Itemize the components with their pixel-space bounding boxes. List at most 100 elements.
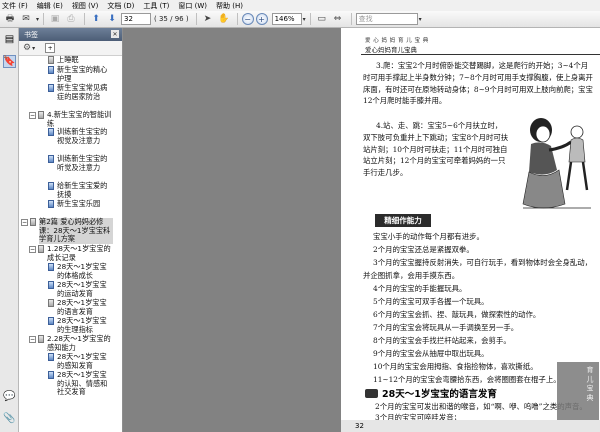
- bookmark-item[interactable]: 给新生宝宝爱的抚摸: [39, 181, 113, 199]
- select-tool-icon[interactable]: ➤: [201, 12, 215, 26]
- bookmark-label: 4.新生宝宝的智能训练: [47, 110, 112, 128]
- bookmark-label: 训练新生宝宝的视觉及注意力: [57, 127, 108, 145]
- text-line: 3个月的宝宝握持反射消失，可自行玩手，看到物体时会全身乱动，: [373, 258, 593, 267]
- bookmark-icon: [38, 335, 44, 343]
- text-line: 10个月的宝宝会用拇指、食指捡物体，喜欢撕纸。: [373, 362, 538, 371]
- bookmark-item[interactable]: 28天～1岁宝宝的感知发育: [39, 352, 113, 370]
- bookmark-item[interactable]: − 1.28天～1岁宝宝的成长记录: [29, 244, 113, 262]
- bookmark-item[interactable]: 28天～1岁宝宝的语言发育: [39, 298, 113, 316]
- page-header-small: 爱 心 妈 妈 育 儿 宝 典: [365, 38, 429, 44]
- page-number-input[interactable]: 32: [121, 13, 152, 25]
- text-line: 5个月的宝宝可双手各握一个玩具。: [373, 297, 489, 306]
- attachments-icon[interactable]: 📎: [3, 412, 16, 425]
- email-icon[interactable]: ✉: [19, 12, 33, 26]
- bookmark-item[interactable]: 训练新生宝宝的视觉及注意力: [39, 127, 113, 145]
- text-line: 2个月的宝宝可发出和谐的喉音，如“啊、咿、呜噜”之类的声音。: [375, 402, 587, 411]
- page-count-label: ( 35 / 96 ): [154, 15, 189, 23]
- collapse-toggle-icon[interactable]: −: [21, 219, 28, 226]
- bookmark-item[interactable]: 新生宝宝乐园: [39, 199, 113, 209]
- text-line: 并企图抓拿，会用手摸东西。: [363, 271, 460, 280]
- menu-tools[interactable]: 工具 (T): [143, 1, 169, 11]
- print-icon[interactable]: 🖶: [3, 12, 17, 26]
- bookmark-label: 28天～1岁宝宝的认知、情感和社交发育: [57, 370, 108, 397]
- toolbar-divider: [43, 13, 45, 25]
- text-line: 宝宝小手的动作每个月都有进步。: [373, 232, 484, 241]
- bookmarks-tree: 上睡眠 新生宝宝的精心护理 新生宝宝常见病症的居家防治 − 4.新生宝宝的智能训练 训练新…: [19, 56, 115, 432]
- bookmark-item[interactable]: 28天～1岁宝宝的运动发育: [39, 280, 113, 298]
- bookmark-item[interactable]: 新生宝宝常见病症的居家防治: [39, 83, 113, 101]
- search-dropdown-icon[interactable]: ▾: [419, 16, 422, 23]
- collapse-toggle-icon[interactable]: −: [29, 336, 36, 343]
- bookmark-item[interactable]: 28天～1岁宝宝的生理指标: [39, 316, 113, 334]
- zoom-input[interactable]: 146%: [271, 13, 302, 25]
- bookmark-icon: [30, 218, 36, 226]
- new-bookmark-icon[interactable]: +: [45, 43, 56, 53]
- bookmark-icon: [48, 200, 54, 208]
- menu-file[interactable]: 文件 (F): [2, 1, 28, 11]
- zoom-in-icon[interactable]: +: [255, 13, 268, 25]
- options-dropdown-icon[interactable]: ▾: [32, 45, 35, 52]
- document-area[interactable]: 爱 心 妈 妈 育 儿 宝 典 爱心妈妈育儿宝典 3.爬：宝宝2个月时俯卧能交替…: [123, 28, 600, 432]
- bookmark-icon: [48, 84, 54, 92]
- pages-icon[interactable]: ▤: [3, 33, 16, 46]
- section-heading-language-text: 28天～1岁宝宝的语言发育: [382, 389, 497, 400]
- zoom-dropdown-icon[interactable]: ▾: [303, 16, 306, 23]
- bookmark-item[interactable]: 新生宝宝的精心护理: [39, 65, 113, 83]
- bookmark-icon: [48, 317, 54, 325]
- text-line: 8个月的宝宝会手找拦杆站起来，会剪手。: [373, 336, 511, 345]
- collapse-toggle-icon[interactable]: −: [29, 112, 36, 119]
- paragraph-walk: 4.站、走、跳：宝宝5~6个月扶立时，双下肢可负重并上下跳动；宝宝8个月时可扶站…: [363, 121, 509, 178]
- bookmark-item[interactable]: − 2.28天～1岁宝宝的感知能力: [29, 334, 113, 352]
- bookmark-icon: [48, 299, 54, 307]
- section-heading-fine-motor: 精细作能力: [375, 214, 431, 227]
- toolbar-divider: [84, 13, 86, 25]
- fit-page-icon[interactable]: ▭: [315, 12, 329, 26]
- bookmark-icon: [38, 111, 44, 119]
- close-panel-icon[interactable]: ✕: [111, 30, 119, 38]
- bookmark-item[interactable]: 训练新生宝宝的听觉及注意力: [39, 154, 113, 172]
- text-line: 11~12个月的宝宝会弯腰拾东西，会将圈圈套在棍子上。: [373, 375, 561, 384]
- menu-help[interactable]: 帮助 (H): [216, 1, 243, 11]
- bookmarks-icon[interactable]: 🔖: [3, 55, 16, 68]
- menu-edit[interactable]: 编辑 (E): [37, 1, 63, 11]
- bookmark-item[interactable]: − 4.新生宝宝的智能训练: [29, 110, 113, 128]
- bookmark-icon: [48, 128, 54, 136]
- toolbar-divider: [309, 13, 311, 25]
- header-rule: [361, 54, 600, 55]
- bookmark-label: 2.28天～1岁宝宝的感知能力: [47, 334, 111, 352]
- bookmark-item[interactable]: 28天～1岁宝宝的体格成长: [39, 262, 113, 280]
- bookmark-icon: [48, 353, 54, 361]
- bookmark-item[interactable]: − 第2篇 爱心妈妈必修课：28天～1岁宝宝科学育儿方案: [21, 217, 113, 244]
- bookmarks-panel: 书签 ✕ ⚙ ▾ + 上睡眠 新生宝宝的精心护理 新生宝宝常见病症的居家防治 − 4.新生…: [19, 28, 141, 432]
- email-dropdown-icon[interactable]: ▾: [36, 16, 39, 23]
- previous-page-icon[interactable]: ⬆: [89, 12, 103, 26]
- comments-icon[interactable]: 💬: [3, 390, 16, 403]
- panel-title: 书签: [24, 30, 38, 39]
- paragraph-crawl: 3.爬：宝宝2个月时俯卧能交替踢脚，这是爬行的开始；3~4个月时可用手撑起上半身…: [363, 61, 593, 106]
- toolbar-divider: [236, 13, 238, 25]
- options-icon[interactable]: ⚙: [23, 43, 31, 53]
- bookmark-item[interactable]: 上睡眠: [39, 56, 113, 65]
- page-number: 32: [355, 422, 364, 430]
- bookmark-label: 28天～1岁宝宝的体格成长: [57, 262, 107, 280]
- menu-view[interactable]: 视图 (V): [72, 1, 98, 11]
- menu-window[interactable]: 窗口 (W): [178, 1, 207, 11]
- search-input[interactable]: 查找: [355, 13, 418, 25]
- bookmark-icon: [48, 263, 54, 271]
- bookmark-icon: [48, 56, 54, 64]
- bookmark-label: 新生宝宝的精心护理: [57, 65, 108, 83]
- zoom-out-icon[interactable]: −: [241, 13, 254, 25]
- hand-tool-icon[interactable]: ✋: [217, 12, 231, 26]
- text-line: 4个月的宝宝的手能握玩具。: [373, 284, 467, 293]
- collapse-toggle-icon[interactable]: −: [29, 246, 36, 253]
- bookmark-icon: [48, 371, 54, 379]
- bookmark-item[interactable]: 28天～1岁宝宝的认知、情感和社交发育: [39, 370, 113, 397]
- save-icon[interactable]: ▣: [48, 12, 62, 26]
- menu-document[interactable]: 文档 (D): [107, 1, 134, 11]
- bookmark-icon: [48, 66, 54, 74]
- text-line: 6个月的宝宝会抓、捏、敲玩具，做探索性的动作。: [373, 310, 541, 319]
- export-icon[interactable]: ⎙: [64, 12, 78, 26]
- fit-width-icon[interactable]: ⇔: [331, 12, 345, 26]
- document-page: 爱 心 妈 妈 育 儿 宝 典 爱心妈妈育儿宝典 3.爬：宝宝2个月时俯卧能交替…: [341, 28, 600, 432]
- next-page-icon[interactable]: ⬇: [105, 12, 119, 26]
